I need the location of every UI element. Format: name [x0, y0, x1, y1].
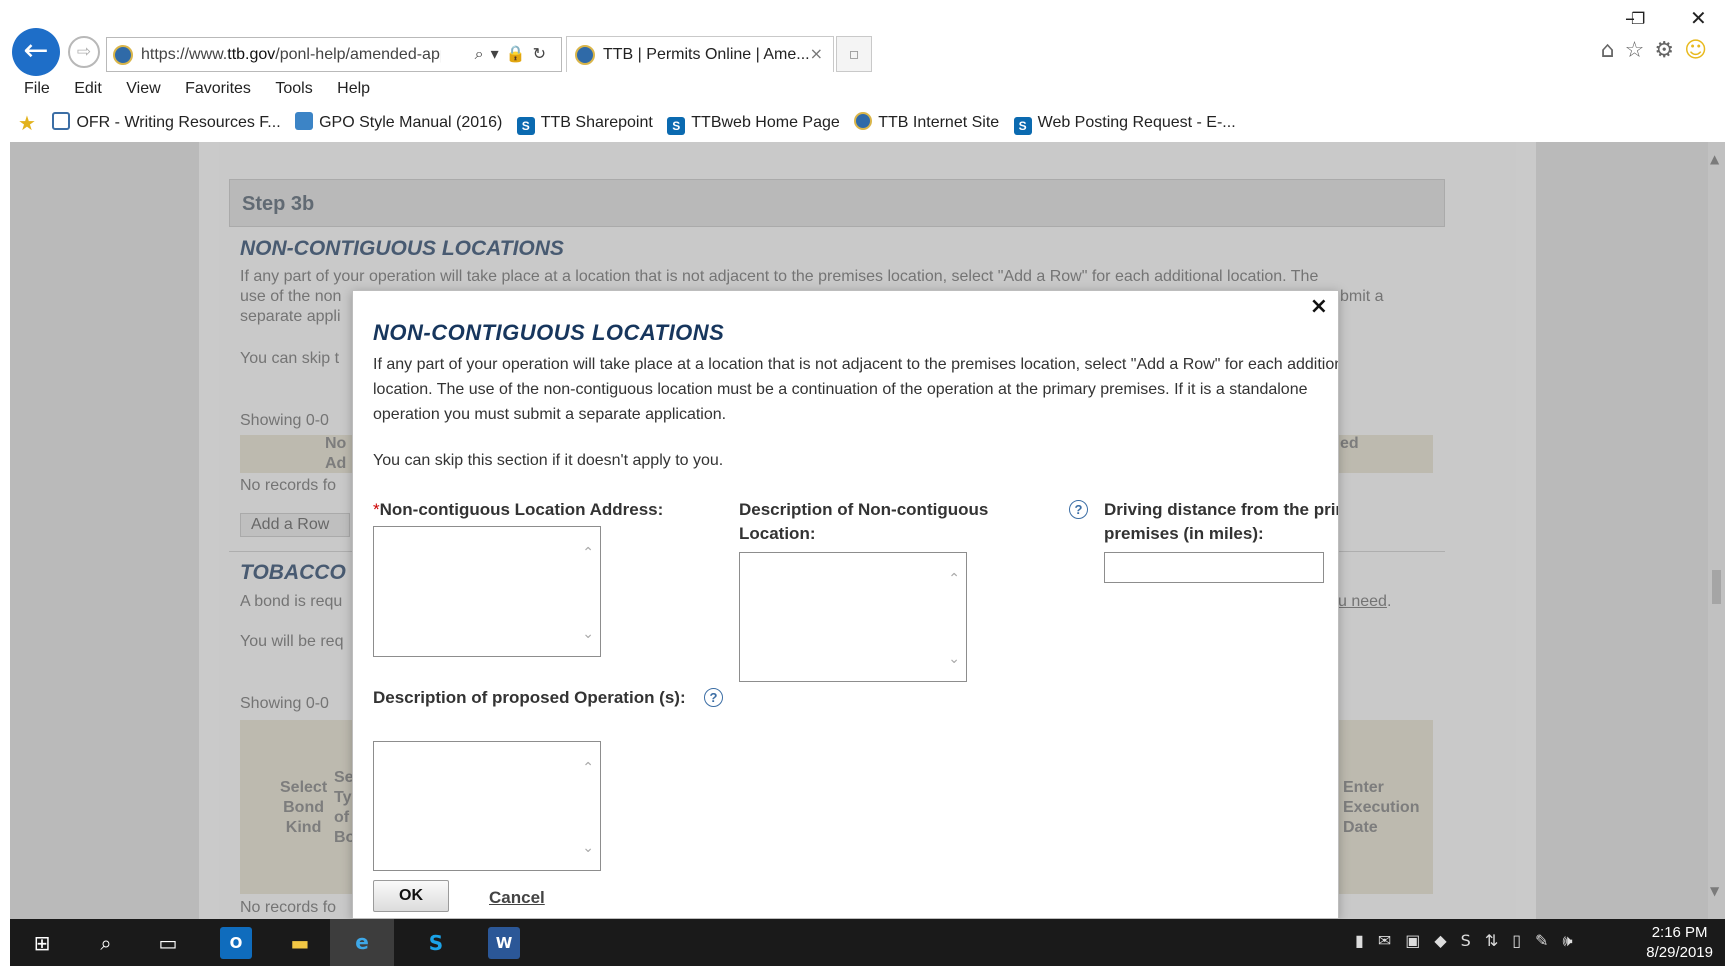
- forward-arrow-icon: ⇨: [76, 42, 92, 62]
- address-tools-icons[interactable]: ⌕▾🔒↻: [475, 44, 553, 64]
- security-shield-icon: ◆: [1434, 931, 1461, 950]
- chevron-down-icon[interactable]: ⌄: [948, 651, 960, 667]
- browser-tab-active[interactable]: TTB | Permits Online | Ame... ×: [566, 36, 834, 72]
- menu-view[interactable]: View: [126, 80, 160, 98]
- favorite-link[interactable]: S TTB Sharepoint: [516, 114, 653, 135]
- feedback-smiley-icon[interactable]: ☺: [1684, 38, 1717, 63]
- word-icon[interactable]: W: [488, 927, 520, 959]
- favorite-link[interactable]: S Web Posting Request - E-...: [1013, 114, 1236, 135]
- ttb-shield-icon: [854, 112, 873, 130]
- operation-textarea[interactable]: ⌃ ⌄: [373, 741, 601, 871]
- taskbar-clock[interactable]: 2:16 PM 8/29/2019: [1646, 923, 1713, 963]
- operation-help-icon[interactable]: ?: [704, 688, 723, 707]
- back-button[interactable]: ←: [12, 28, 60, 76]
- task-view-icon[interactable]: ▭: [152, 927, 184, 959]
- ok-button[interactable]: OK: [373, 880, 449, 912]
- battery-icon: ▮: [1355, 931, 1378, 950]
- address-textarea[interactable]: ⌃ ⌄: [373, 526, 601, 657]
- chevron-up-icon[interactable]: ⌃: [582, 760, 594, 776]
- chevron-up-icon[interactable]: ⌃: [582, 545, 594, 561]
- dialog-title: NON-CONTIGUOUS LOCATIONS: [373, 320, 725, 345]
- skype-tray-icon: S: [1460, 931, 1485, 950]
- description-label: Description of Non-contiguous Location:: [739, 500, 989, 543]
- menu-help[interactable]: Help: [337, 80, 370, 98]
- favorite-link[interactable]: GPO Style Manual (2016): [295, 112, 502, 132]
- new-tab-icon: ▫: [848, 44, 860, 63]
- browser-right-icons: ⌂☆⚙☺: [1601, 38, 1717, 63]
- network-icon: ⇅: [1484, 931, 1513, 950]
- distance-help-icon[interactable]: ?: [1069, 500, 1088, 519]
- url-text[interactable]: https://www.ttb.gov/ponl-help/amended-ap…: [141, 46, 441, 64]
- clock-time: 2:16 PM: [1651, 924, 1708, 941]
- cancel-link[interactable]: Cancel: [489, 888, 545, 908]
- required-marker: *: [373, 500, 380, 519]
- gpo-icon: [295, 112, 314, 130]
- distance-label: Driving distance from the primary premis…: [1104, 500, 1338, 543]
- operation-label: Description of proposed Operation (s):: [373, 688, 686, 707]
- settings-gear-icon[interactable]: ⚙: [1654, 38, 1684, 63]
- menu-tools[interactable]: Tools: [275, 80, 312, 98]
- mail-icon: ✉: [1377, 931, 1406, 950]
- sharepoint-icon: S: [1013, 117, 1032, 135]
- system-tray[interactable]: ▮✉▣◆S⇅▯✎🕪: [1355, 931, 1587, 951]
- browser-chrome: – ❐ ✕ ← ⇨ https://www.ttb.gov/ponl-help/…: [0, 0, 1725, 142]
- tab-close-icon[interactable]: ×: [810, 44, 823, 63]
- restore-button[interactable]: ❐: [1631, 9, 1645, 28]
- favorite-link[interactable]: TTB Internet Site: [854, 112, 999, 132]
- outlook-icon[interactable]: O: [220, 927, 252, 959]
- windows-start-icon[interactable]: ⊞: [26, 927, 58, 959]
- address-bar[interactable]: https://www.ttb.gov/ponl-help/amended-ap…: [106, 37, 562, 72]
- back-arrow-icon: ←: [23, 33, 49, 68]
- close-window-button[interactable]: ✕: [1690, 6, 1707, 30]
- usb-icon: ▯: [1512, 931, 1536, 950]
- favorites-star-icon[interactable]: ☆: [1625, 38, 1655, 63]
- notes-icon: ✎: [1535, 931, 1563, 950]
- favorite-link[interactable]: OFR - Writing Resources F...: [52, 112, 281, 132]
- non-contiguous-locations-dialog: × NON-CONTIGUOUS LOCATIONS If any part o…: [352, 290, 1339, 919]
- sharepoint-icon: S: [667, 117, 686, 135]
- chevron-down-icon[interactable]: ⌄: [582, 840, 594, 856]
- page-icon: [52, 112, 71, 130]
- close-icon[interactable]: ×: [1310, 294, 1328, 319]
- internet-explorer-icon[interactable]: e: [330, 919, 394, 966]
- favorites-bar: ★ OFR - Writing Resources F... GPO Style…: [18, 111, 1246, 135]
- forward-button[interactable]: ⇨: [68, 36, 100, 68]
- menu-edit[interactable]: Edit: [74, 80, 102, 98]
- dialog-skip-text: You can skip this section if it doesn't …: [373, 452, 724, 469]
- chevron-up-icon[interactable]: ⌃: [948, 571, 960, 587]
- search-icon[interactable]: ⌕: [90, 927, 122, 959]
- favorite-link[interactable]: S TTBweb Home Page: [667, 114, 840, 135]
- windows-taskbar: ⊞ ⌕ ▭ O ▬ e S W ▮✉▣◆S⇅▯✎🕪 2:16 PM 8/29/2…: [10, 919, 1725, 966]
- address-label: *Non-contiguous Location Address:: [373, 500, 664, 519]
- tab-favicon-icon: [575, 45, 595, 65]
- site-shield-icon: [113, 45, 133, 65]
- description-textarea[interactable]: ⌃ ⌄: [739, 552, 967, 682]
- file-explorer-icon[interactable]: ▬: [284, 927, 316, 959]
- volume-icon: 🕪: [1562, 931, 1587, 950]
- tab-title: TTB | Permits Online | Ame...: [603, 46, 810, 63]
- chevron-down-icon[interactable]: ⌄: [582, 626, 594, 642]
- dialog-intro-text: If any part of your operation will take …: [373, 356, 1339, 423]
- menu-file[interactable]: File: [24, 80, 50, 98]
- sharepoint-icon: S: [516, 117, 535, 135]
- menu-bar: File Edit View Favorites Tools Help: [24, 80, 390, 98]
- new-tab-button[interactable]: ▫: [836, 36, 872, 72]
- menu-favorites[interactable]: Favorites: [185, 80, 251, 98]
- home-icon[interactable]: ⌂: [1601, 38, 1625, 63]
- distance-input[interactable]: [1104, 552, 1324, 583]
- clock-date: 8/29/2019: [1646, 944, 1713, 961]
- outlook-tray-icon: ▣: [1405, 931, 1435, 950]
- favorites-add-star-icon[interactable]: ★: [18, 111, 40, 135]
- skype-icon[interactable]: S: [420, 927, 452, 959]
